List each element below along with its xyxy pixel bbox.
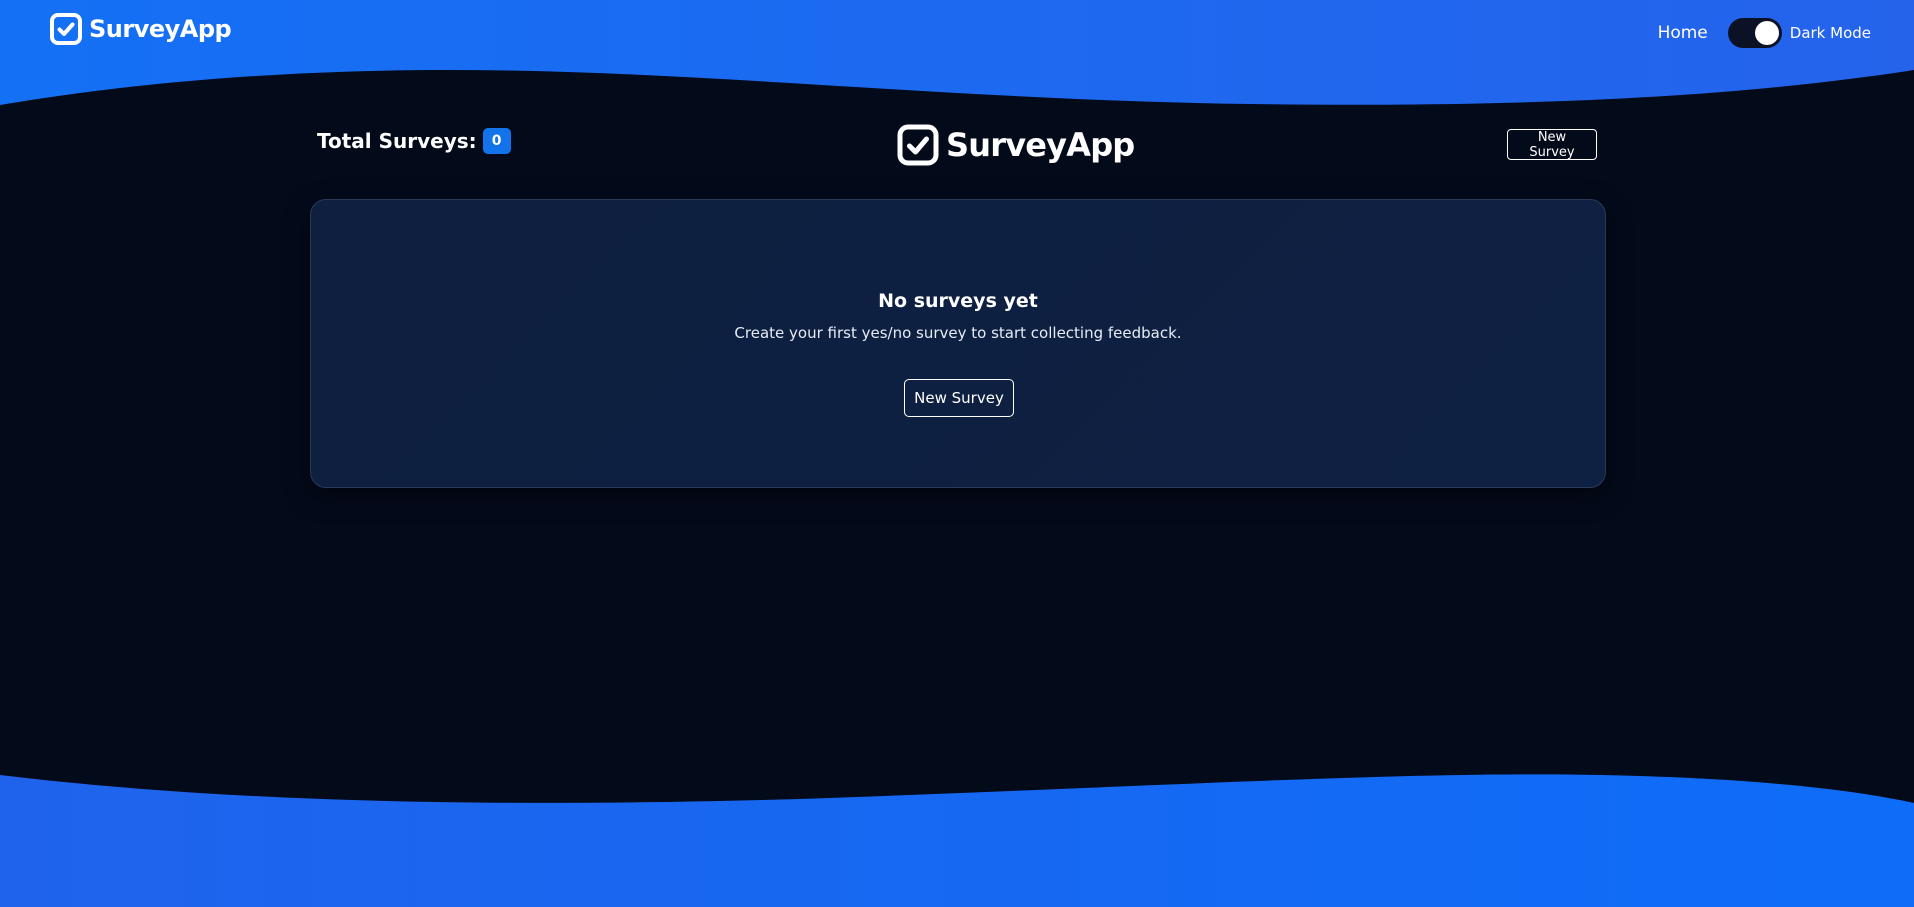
- empty-state-card: No surveys yet Create your first yes/no …: [310, 199, 1606, 488]
- new-survey-button[interactable]: New Survey: [1507, 129, 1597, 160]
- total-surveys: Total Surveys: 0: [317, 128, 511, 154]
- dark-mode-label: Dark Mode: [1789, 24, 1871, 42]
- toggle-knob: [1754, 21, 1779, 45]
- empty-state-title: No surveys yet: [878, 290, 1038, 312]
- empty-state-subtitle: Create your first yes/no survey to start…: [734, 324, 1182, 342]
- bottom-wave-decoration: [0, 774, 1914, 907]
- navbar: SurveyApp Home Dark Mode: [0, 0, 1914, 66]
- brand-name: SurveyApp: [89, 15, 232, 43]
- center-logo-text: SurveyApp: [946, 126, 1135, 164]
- dark-mode-toggle[interactable]: [1727, 18, 1782, 48]
- nav-home-link[interactable]: Home: [1658, 23, 1708, 43]
- checkbox-logo-icon: [897, 124, 939, 166]
- nav-right: Home Dark Mode: [1658, 18, 1871, 48]
- total-surveys-badge: 0: [482, 128, 511, 154]
- app-page: SurveyApp Home Dark Mode Total Surveys: …: [0, 0, 1914, 907]
- brand-link[interactable]: SurveyApp: [49, 12, 232, 46]
- empty-state-new-survey-button[interactable]: New Survey: [904, 379, 1014, 417]
- center-logo: SurveyApp: [896, 123, 1135, 167]
- checkbox-logo-icon: [50, 13, 82, 45]
- total-surveys-label: Total Surveys:: [317, 129, 477, 153]
